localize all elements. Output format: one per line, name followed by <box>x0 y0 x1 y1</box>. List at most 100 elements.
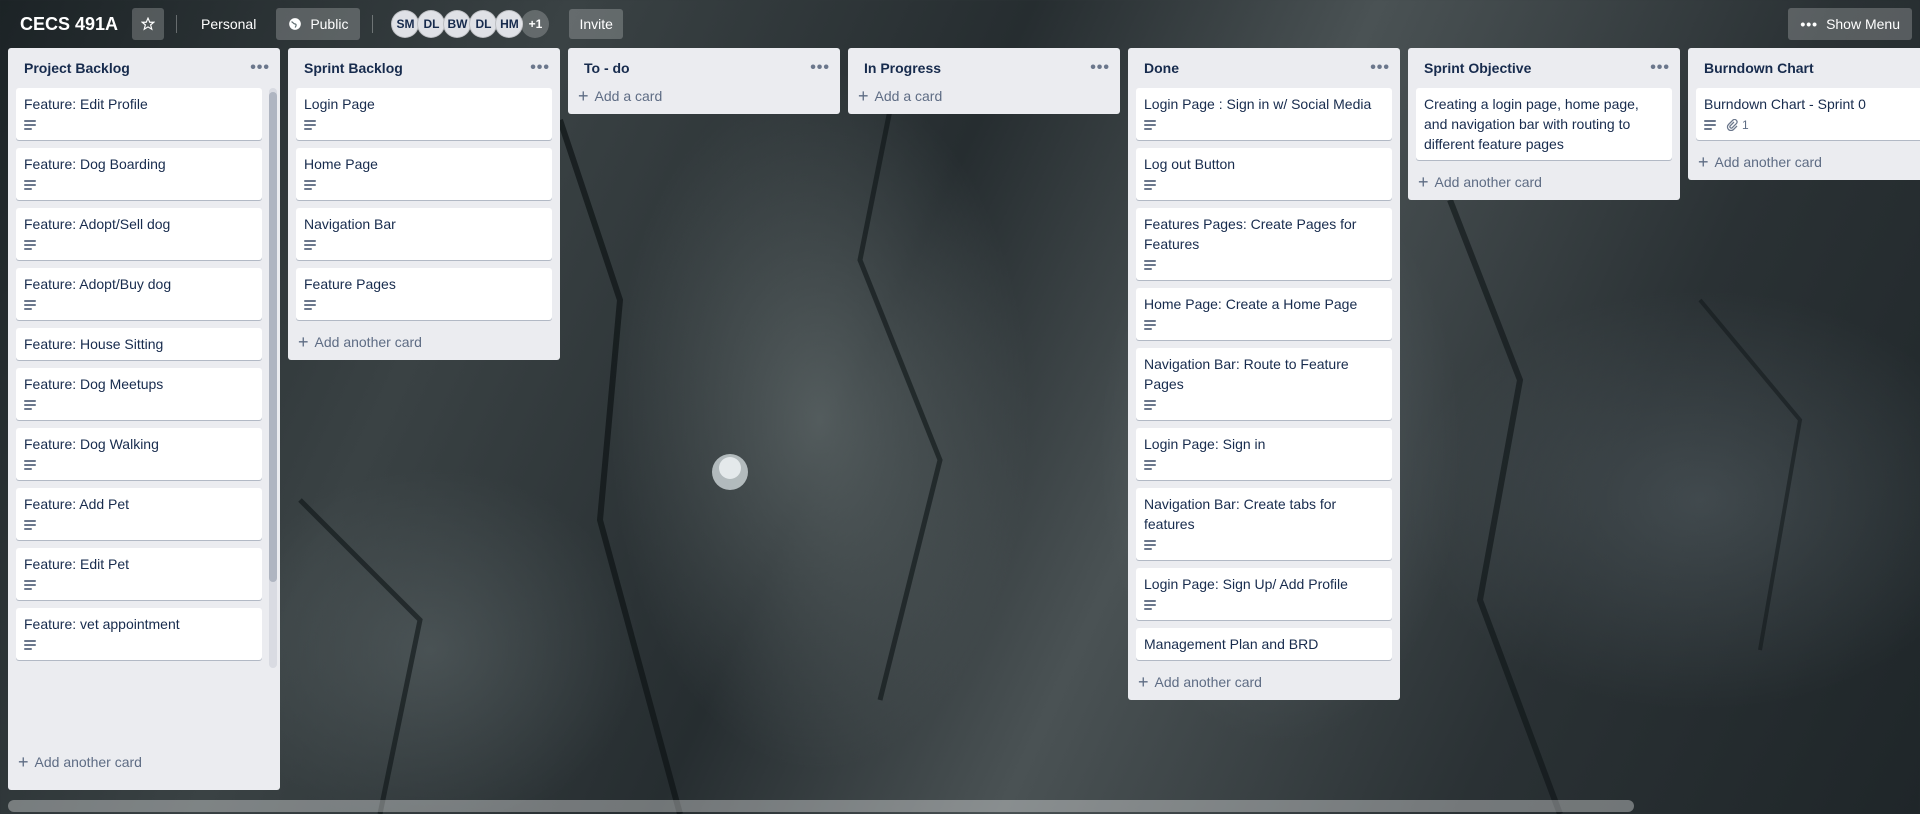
avatar[interactable]: SM <box>391 10 420 38</box>
list-menu-icon[interactable]: ••• <box>250 59 270 77</box>
add-card-button[interactable]: + Add a card <box>848 86 1120 114</box>
list-card[interactable]: Features Pages: Create Pages for Feature… <box>1136 208 1392 280</box>
list-title[interactable]: Burndown Chart <box>1704 60 1814 76</box>
add-card-label: Add another card <box>1154 674 1262 690</box>
list-header[interactable]: Burndown Chart <box>1688 48 1920 88</box>
card-container: Creating a login page, home page, and na… <box>1408 88 1680 168</box>
list-card[interactable]: Feature: Dog Meetups <box>16 368 262 420</box>
list-card[interactable]: Feature Pages <box>296 268 552 320</box>
star-icon <box>141 17 156 31</box>
list-header[interactable]: Done ••• <box>1128 48 1400 88</box>
board-horizontal-scrollbar[interactable] <box>8 800 1634 812</box>
add-card-button[interactable]: + Add another card <box>288 328 560 360</box>
add-card-label: Add another card <box>1434 174 1542 190</box>
list-card[interactable]: Log out Button <box>1136 148 1392 200</box>
globe-icon <box>289 18 302 30</box>
list-card[interactable]: Home Page: Create a Home Page <box>1136 288 1392 340</box>
description-icon <box>24 640 36 650</box>
team-visibility-button[interactable]: Personal <box>189 8 268 40</box>
list-card[interactable]: Login Page : Sign in w/ Social Media <box>1136 88 1392 140</box>
plus-icon: + <box>298 332 309 352</box>
list-in-progress: In Progress ••• + Add a card <box>848 48 1120 114</box>
description-icon <box>1144 120 1156 130</box>
attachment-count: 1 <box>1742 118 1749 132</box>
list-card[interactable]: Feature: Adopt/Sell dog <box>16 208 262 260</box>
list-project-backlog: Project Backlog ••• Feature: Edit Profil… <box>8 48 280 790</box>
list-scrollbar-thumb[interactable] <box>269 92 277 582</box>
list-header[interactable]: Sprint Backlog ••• <box>288 48 560 88</box>
list-menu-icon[interactable]: ••• <box>1650 59 1670 77</box>
list-card[interactable]: Feature: Adopt/Buy dog <box>16 268 262 320</box>
list-header[interactable]: Project Backlog ••• <box>8 48 280 88</box>
show-menu-button[interactable]: ••• Show Menu <box>1788 8 1912 40</box>
list-card[interactable]: Creating a login page, home page, and na… <box>1416 88 1672 160</box>
invite-button[interactable]: Invite <box>569 9 623 39</box>
list-card[interactable]: Feature: House Sitting <box>16 328 262 360</box>
list-card[interactable]: Login Page: Sign in <box>1136 428 1392 480</box>
list-card[interactable]: Home Page <box>296 148 552 200</box>
avatar[interactable]: DL <box>469 10 498 38</box>
card-title: Home Page: Create a Home Page <box>1144 296 1358 312</box>
avatar[interactable]: BW <box>443 10 472 38</box>
list-header[interactable]: In Progress ••• <box>848 48 1120 88</box>
list-card[interactable]: Navigation Bar: Route to Feature Pages <box>1136 348 1392 420</box>
card-title: Feature: Dog Meetups <box>24 376 164 392</box>
list-title[interactable]: In Progress <box>864 60 941 76</box>
list-scrollbar[interactable] <box>269 88 277 668</box>
card-title: Feature: Add Pet <box>24 496 130 512</box>
list-header[interactable]: To - do ••• <box>568 48 840 88</box>
list-card[interactable]: Navigation Bar <box>296 208 552 260</box>
list-title[interactable]: Sprint Backlog <box>304 60 403 76</box>
card-title: Log out Button <box>1144 156 1236 172</box>
description-icon <box>24 520 36 530</box>
add-card-button[interactable]: + Add another card <box>1688 148 1920 180</box>
board-title[interactable]: CECS 491A <box>20 14 118 35</box>
add-card-button[interactable]: + Add another card <box>8 748 280 780</box>
list-card[interactable]: Management Plan and BRD <box>1136 628 1392 660</box>
public-visibility-button[interactable]: Public <box>276 8 361 40</box>
list-card[interactable]: Navigation Bar: Create tabs for features <box>1136 488 1392 560</box>
star-button[interactable] <box>132 8 165 40</box>
description-icon <box>24 120 36 130</box>
list-card[interactable]: Login Page: Sign Up/ Add Profile <box>1136 568 1392 620</box>
description-icon <box>304 300 316 310</box>
list-card[interactable]: Feature: Edit Profile <box>16 88 262 140</box>
list-card[interactable]: Feature: Edit Pet <box>16 548 262 600</box>
list-card[interactable]: Feature: Dog Walking <box>16 428 262 480</box>
list-menu-icon[interactable]: ••• <box>1370 59 1390 77</box>
list-card[interactable]: Login Page <box>296 88 552 140</box>
plus-icon: + <box>578 86 589 106</box>
description-icon <box>24 180 36 190</box>
list-title[interactable]: Sprint Objective <box>1424 60 1531 76</box>
list-card[interactable]: Feature: Dog Boarding <box>16 148 262 200</box>
card-title: Burndown Chart - Sprint 0 <box>1704 96 1866 112</box>
card-title: Feature: Edit Pet <box>24 556 130 572</box>
list-title[interactable]: To - do <box>584 60 630 76</box>
card-container: Burndown Chart - Sprint 0 1 <box>1688 88 1920 148</box>
list-menu-icon[interactable]: ••• <box>530 59 550 77</box>
public-label: Public <box>310 16 349 32</box>
list-card[interactable]: Feature: vet appointment <box>16 608 262 660</box>
add-card-button[interactable]: + Add a card <box>568 86 840 114</box>
plus-icon: + <box>858 86 869 106</box>
list-header[interactable]: Sprint Objective ••• <box>1408 48 1680 88</box>
add-card-button[interactable]: + Add another card <box>1128 668 1400 700</box>
avatar[interactable]: DL <box>417 10 446 38</box>
card-title: Login Page <box>304 96 375 112</box>
list-card[interactable]: Burndown Chart - Sprint 0 1 <box>1696 88 1920 140</box>
list-title[interactable]: Project Backlog <box>24 60 130 76</box>
list-menu-icon[interactable]: ••• <box>810 59 830 77</box>
card-container: Login Page Home Page Navigation Bar Feat… <box>288 88 560 328</box>
list-menu-icon[interactable]: ••• <box>1090 59 1110 77</box>
more-members-button[interactable]: +1 <box>521 10 550 38</box>
add-card-label: Add another card <box>34 754 142 770</box>
header-divider <box>372 15 374 33</box>
card-title: Feature: Adopt/Buy dog <box>24 276 172 292</box>
list-title[interactable]: Done <box>1144 60 1179 76</box>
plus-icon: + <box>1418 172 1429 192</box>
avatar[interactable]: HM <box>495 10 524 38</box>
card-title: Feature: vet appointment <box>24 616 180 632</box>
add-card-button[interactable]: + Add another card <box>1408 168 1680 200</box>
card-title: Feature: Adopt/Sell dog <box>24 216 171 232</box>
list-card[interactable]: Feature: Add Pet <box>16 488 262 540</box>
